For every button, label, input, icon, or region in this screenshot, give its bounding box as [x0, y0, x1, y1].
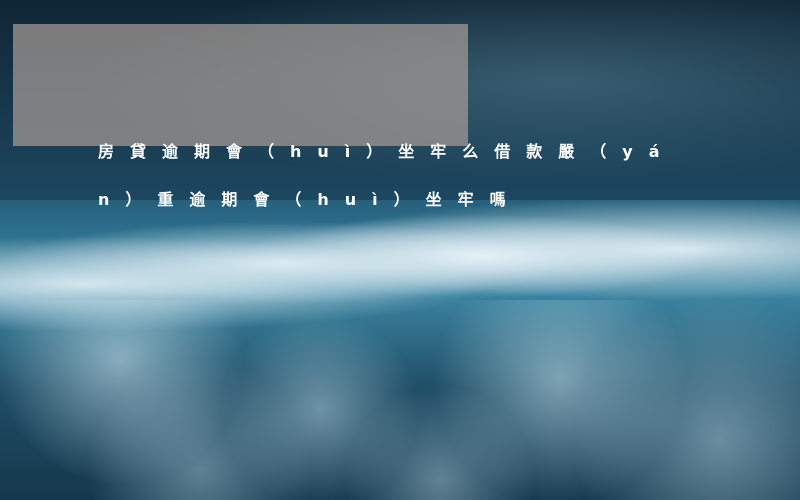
sea-foam-texture — [0, 300, 800, 500]
article-title: 房貸逾期會（huì）坐牢么借款嚴（yán）重逾期會（huì）坐牢嗎 — [98, 142, 676, 209]
hero-banner: 房貸逾期會（huì）坐牢么借款嚴（yán）重逾期會（huì）坐牢嗎 — [0, 0, 800, 500]
